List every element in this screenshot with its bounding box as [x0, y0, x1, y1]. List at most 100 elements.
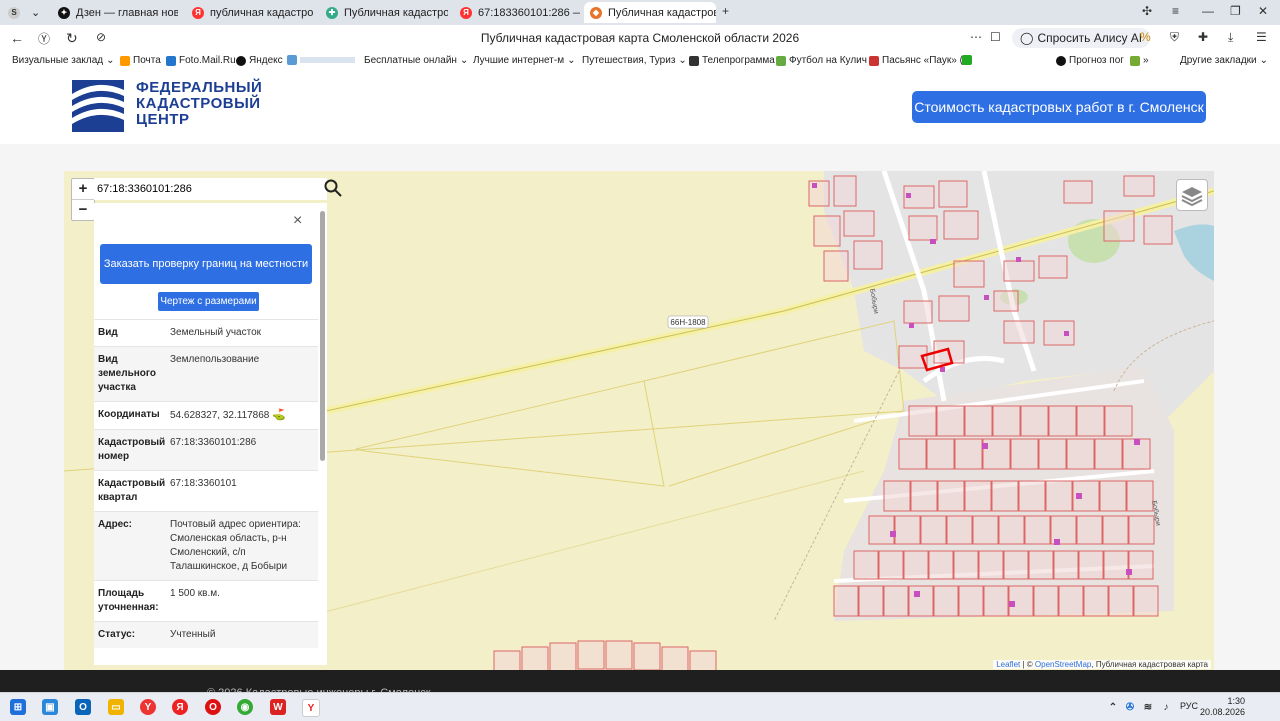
- land-parcel[interactable]: [908, 585, 934, 617]
- bookmark-check[interactable]: [962, 55, 972, 65]
- bookmark-best-internet[interactable]: Лучшие интернет-м ⌄: [473, 55, 575, 66]
- more-icon[interactable]: ⋯: [970, 30, 982, 44]
- bookmark-weather[interactable]: Прогноз пог: [1056, 55, 1124, 66]
- hamburger-icon[interactable]: ≡: [1172, 4, 1179, 18]
- profile-icon[interactable]: S: [4, 2, 26, 23]
- land-parcel[interactable]: [1128, 550, 1154, 580]
- bookmark-travel[interactable]: Путешествия, Туриз ⌄: [582, 55, 687, 66]
- opera-icon[interactable]: O: [205, 699, 221, 715]
- land-parcel[interactable]: [1126, 480, 1154, 512]
- osm-link[interactable]: OpenStreetMap: [1035, 660, 1091, 669]
- land-parcel[interactable]: [964, 405, 993, 437]
- store-icon[interactable]: ▣: [42, 699, 58, 715]
- land-parcel[interactable]: [933, 585, 959, 617]
- land-parcel[interactable]: [853, 550, 879, 580]
- land-parcel[interactable]: [878, 550, 904, 580]
- restore-icon[interactable]: ❐: [1230, 4, 1241, 18]
- land-parcel[interactable]: [972, 515, 999, 545]
- yandex-browser-icon[interactable]: Y: [140, 699, 156, 715]
- land-parcel[interactable]: [898, 438, 927, 470]
- land-parcel[interactable]: [1076, 515, 1103, 545]
- land-parcel[interactable]: [920, 515, 947, 545]
- land-parcel[interactable]: [1048, 405, 1077, 437]
- land-parcel[interactable]: [1104, 405, 1133, 437]
- land-parcel[interactable]: [1133, 585, 1159, 617]
- land-parcel[interactable]: [954, 438, 983, 470]
- bookmark-other[interactable]: Другие закладки ⌄: [1180, 55, 1268, 66]
- volume-icon[interactable]: ♪: [1158, 699, 1174, 715]
- panel-scrollbar[interactable]: [320, 211, 325, 657]
- land-parcel[interactable]: [1045, 480, 1073, 512]
- network-icon[interactable]: ✇: [1122, 699, 1138, 715]
- system-clock[interactable]: 1:30 20.08.2026: [1200, 696, 1245, 718]
- downloads-icon[interactable]: ⤓: [1228, 30, 1233, 45]
- bookmark-football[interactable]: Футбол на Кулич: [776, 55, 867, 66]
- leaflet-link[interactable]: Leaflet: [996, 660, 1020, 669]
- land-parcel[interactable]: [1053, 550, 1079, 580]
- bookmark-visual[interactable]: Визуальные заклад ⌄: [12, 55, 115, 66]
- tab-active-fkc[interactable]: ◆Публичная кадастрова×: [584, 2, 716, 23]
- land-parcel[interactable]: [1020, 405, 1049, 437]
- land-parcel[interactable]: [1099, 480, 1127, 512]
- land-parcel[interactable]: [983, 585, 1009, 617]
- drawing-with-dimensions-button[interactable]: Чертеж с размерами: [158, 292, 259, 311]
- land-parcel[interactable]: [928, 550, 954, 580]
- bookmark-more-icon[interactable]: »: [1130, 55, 1149, 66]
- land-parcel[interactable]: [1128, 515, 1155, 545]
- cadastral-cost-button[interactable]: Стоимость кадастровых работ в г. Смоленс…: [912, 91, 1206, 123]
- bookmark-tv[interactable]: Телепрограмма: [689, 55, 775, 66]
- menu-icon[interactable]: ☰: [1256, 30, 1267, 44]
- land-parcel[interactable]: [978, 550, 1004, 580]
- yandex-browser-active-icon[interactable]: Y: [302, 699, 320, 717]
- app-icon[interactable]: W: [270, 699, 286, 715]
- land-parcel[interactable]: [1058, 585, 1084, 617]
- extensions-icon[interactable]: ✚: [1198, 30, 1208, 44]
- logo-text[interactable]: ФЕДЕРАЛЬНЫЙ КАДАСТРОВЫЙ ЦЕНТР: [136, 80, 262, 128]
- yandex-icon[interactable]: Я: [172, 699, 188, 715]
- land-parcel[interactable]: [1083, 585, 1109, 617]
- land-parcel[interactable]: [998, 515, 1025, 545]
- land-parcel[interactable]: [1076, 405, 1105, 437]
- tab-cadastral-map[interactable]: ✚Публичная кадастрова: [320, 2, 448, 23]
- land-parcel[interactable]: [992, 405, 1021, 437]
- wifi-icon[interactable]: ≋: [1140, 699, 1156, 715]
- land-parcel[interactable]: [833, 585, 859, 617]
- layers-icon[interactable]: [1176, 179, 1208, 211]
- land-parcel[interactable]: [1024, 515, 1051, 545]
- minimize-icon[interactable]: —: [1202, 4, 1214, 18]
- land-parcel[interactable]: [1038, 438, 1067, 470]
- bookmark-blurred[interactable]: [287, 55, 355, 65]
- land-parcel[interactable]: [858, 585, 884, 617]
- land-parcel[interactable]: [946, 515, 973, 545]
- land-parcel[interactable]: [936, 405, 965, 437]
- land-parcel[interactable]: [908, 405, 937, 437]
- zoom-in-button[interactable]: +: [72, 179, 94, 200]
- order-boundary-check-button[interactable]: Заказать проверку границ на местности: [100, 244, 312, 284]
- close-icon[interactable]: ×: [293, 212, 302, 230]
- land-parcel[interactable]: [1103, 550, 1129, 580]
- fkc-logo-icon[interactable]: [72, 80, 124, 132]
- land-parcel[interactable]: [883, 480, 911, 512]
- land-parcel[interactable]: [1102, 515, 1129, 545]
- ask-alice-button[interactable]: ◯ Спросить Алису AI: [1012, 28, 1151, 48]
- folder-icon[interactable]: ▭: [108, 699, 124, 715]
- start-icon[interactable]: ⊞: [10, 699, 26, 715]
- tab-cadastral-number[interactable]: Я67:183360101:286 — Янде: [454, 2, 580, 23]
- cadastral-map[interactable]: 66Н-1808 Бобыри Бобыри + − × Заказать пр…: [64, 171, 1214, 670]
- new-tab-icon[interactable]: +: [722, 4, 729, 18]
- land-parcel[interactable]: [1094, 438, 1123, 470]
- land-parcel[interactable]: [958, 585, 984, 617]
- outlook-icon[interactable]: O: [75, 699, 91, 715]
- land-parcel[interactable]: [1033, 585, 1059, 617]
- land-parcel[interactable]: [894, 515, 921, 545]
- land-parcel[interactable]: [1010, 438, 1039, 470]
- bookmark-icon[interactable]: ☐: [990, 30, 1001, 44]
- land-parcel[interactable]: [964, 480, 992, 512]
- bookmark-mail[interactable]: Почта: [120, 55, 161, 66]
- locate-icon[interactable]: ⛳: [272, 409, 286, 421]
- land-parcel[interactable]: [883, 585, 909, 617]
- land-parcel[interactable]: [926, 438, 955, 470]
- language-indicator[interactable]: РУС: [1180, 701, 1198, 711]
- land-parcel[interactable]: [1028, 550, 1054, 580]
- shield-icon[interactable]: ⛨: [1170, 30, 1179, 45]
